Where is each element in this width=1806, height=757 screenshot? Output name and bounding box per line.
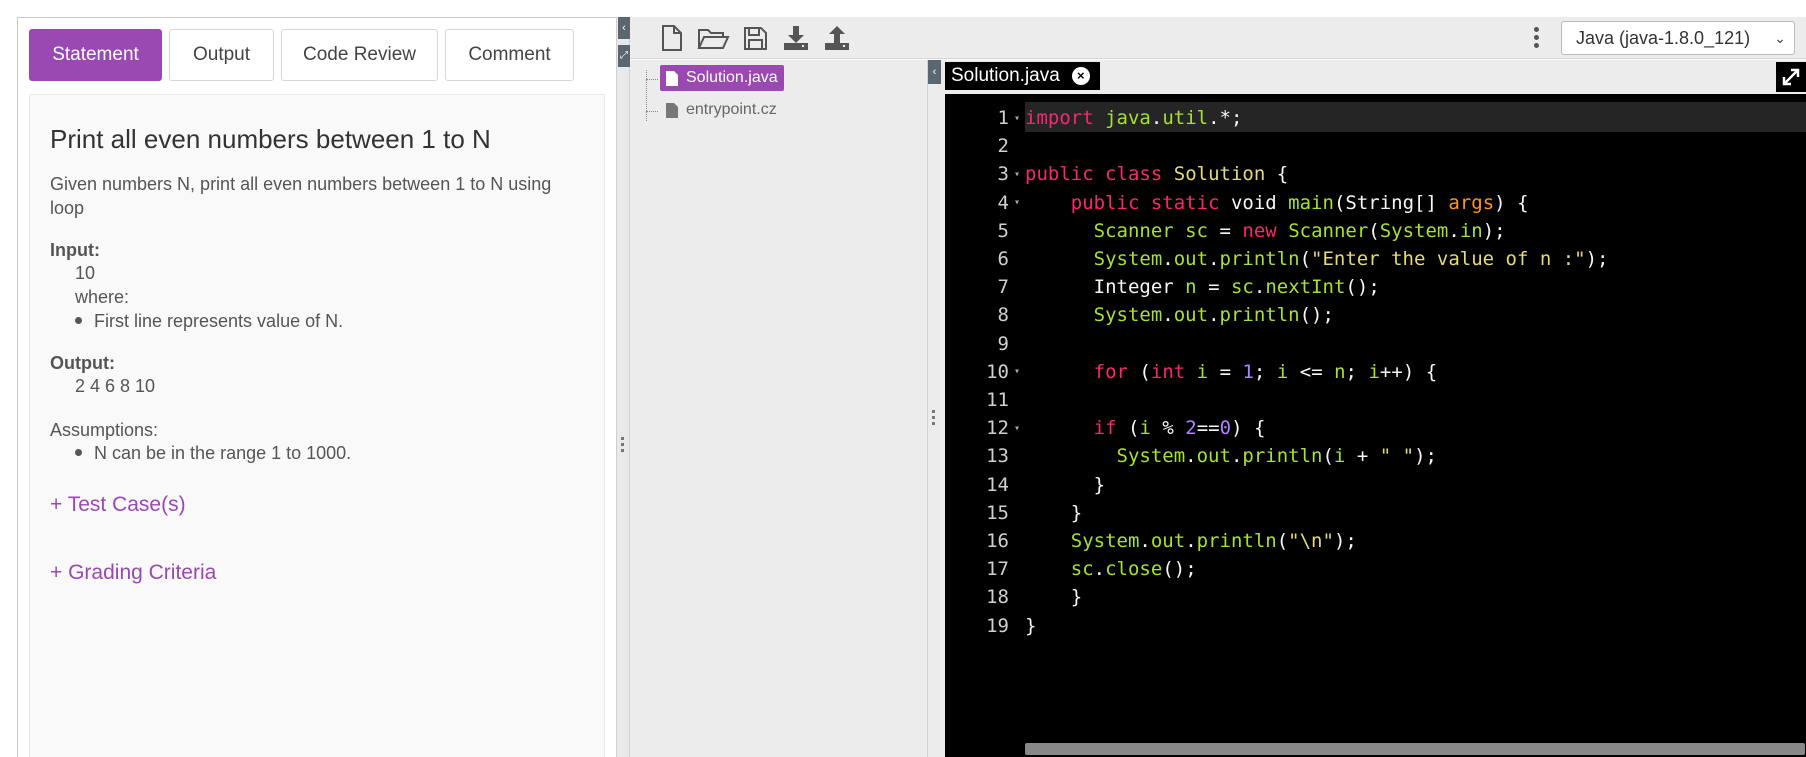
statement-content: Print all even numbers between 1 to N Gi… [29,94,605,757]
line-number: 19 [986,614,1009,637]
panel-splitter[interactable]: ‹ ⤢ [616,17,630,757]
output-value: 2 4 6 8 10 [75,375,156,396]
tab-statement[interactable]: Statement [29,29,162,81]
editor-tab-solution[interactable]: Solution.java × [945,62,1100,90]
assumptions-bullet: N can be in the range 1 to 1000. [75,441,584,465]
line-number: 12 [986,417,1009,440]
code-editor[interactable]: 1 ▾ import java.util.*; 2 3 ▾ public class Sol… [945,94,1806,757]
input-bullet-text: First line represents value of N. [94,310,344,331]
tab-comment[interactable]: Comment [445,29,574,81]
code-text: sc.close(); [1070,558,1197,581]
upload-icon[interactable] [822,23,852,53]
panel-border-left [17,17,18,757]
code-text: } [1070,586,1083,609]
language-select[interactable]: Java (java-1.8.0_121) ⌄ [1561,21,1795,55]
code-text: System.out.println(); [1093,304,1334,327]
download-icon[interactable] [781,23,811,53]
line-number: 10 [986,360,1009,383]
editor-toolbar: Java (java-1.8.0_121) ⌄ [630,17,1806,59]
line-number: 17 [986,558,1009,581]
file-tree: Solution.java entrypoint.cz [630,60,928,757]
input-heading: Input: [50,239,100,260]
file-name: entrypoint.cz [686,101,777,118]
panel-border-top [17,17,616,18]
line-number: 6 [997,248,1009,270]
code-text: for (int i = 1; i <= n; i++) { [1093,360,1438,383]
line-number: 2 [997,135,1009,158]
assumptions-heading: Assumptions: [50,419,159,440]
line-number: 5 [997,219,1009,242]
line-number: 18 [986,586,1009,609]
code-text: Scanner sc = new Scanner(System.in); [1093,219,1506,242]
file-name: Solution.java [686,69,778,86]
file-node-solution-java[interactable]: Solution.java [660,65,784,91]
line-number: 8 [997,304,1009,327]
code-text: } [1025,614,1037,637]
editor-panel: ‹ Solution.java × 1 ▾ import java.util.*; 2… [928,60,1806,757]
fullscreen-icon[interactable] [1776,62,1806,92]
code-text: Integer n = sc.nextInt(); [1093,276,1380,299]
problem-panel: Statement Output Code Review Comment Pri… [0,0,616,757]
file-icon [666,102,678,118]
problem-tabs: Statement Output Code Review Comment [29,29,574,81]
file-icon [666,70,678,86]
more-options-icon[interactable] [1523,25,1549,53]
code-line[interactable]: 19} [945,610,1036,642]
grading-criteria-link[interactable]: + Grading Criteria [50,561,584,585]
bullet-icon [75,449,82,457]
language-select-value: Java (java-1.8.0_121) [1576,28,1751,48]
tree-connector [646,79,658,80]
line-number: 11 [986,389,1009,411]
line-number: 7 [997,276,1009,299]
horizontal-scrollbar[interactable] [1025,743,1805,755]
line-number: 15 [986,501,1009,524]
code-text: System.out.println("Enter the value of n… [1093,248,1609,270]
tree-connector [646,111,658,112]
line-number: 3 [997,163,1009,186]
save-icon[interactable] [740,23,770,53]
code-text: import java.util.*; [1025,107,1243,129]
close-tab-icon[interactable]: × [1071,67,1090,85]
code-text: public static void main(String[] args) { [1070,191,1529,214]
line-number: 14 [986,473,1009,496]
tab-output[interactable]: Output [169,29,274,81]
tree-connector [646,70,647,121]
problem-description: Given numbers N, print all even numbers … [50,173,552,218]
line-number: 16 [986,530,1009,552]
tab-code-review[interactable]: Code Review [281,29,438,81]
editor-tab-label: Solution.java [951,65,1060,86]
new-file-icon[interactable] [656,23,686,53]
collapse-tree-button[interactable]: ‹ [928,60,941,84]
code-text: System.out.println(i + " "); [1116,445,1437,468]
line-number: 9 [997,332,1009,355]
line-number: 1 [997,107,1009,129]
input-where: where: [75,286,130,307]
line-number: 13 [986,445,1009,468]
input-bullet: First line represents value of N. [75,309,584,333]
assumptions-bullet-text: N can be in the range 1 to 1000. [94,442,352,463]
open-folder-icon[interactable] [696,23,730,53]
editor-grip-icon[interactable] [932,410,936,428]
output-heading: Output: [50,352,115,373]
test-cases-link[interactable]: + Test Case(s) [50,493,584,517]
file-node-entrypoint[interactable]: entrypoint.cz [660,97,783,123]
line-number: 4 [997,191,1009,214]
splitter-grip-icon[interactable] [621,437,625,457]
code-text: } [1093,473,1106,496]
expand-icon[interactable]: ⤢ [618,45,630,67]
code-text: public class Solution { [1025,163,1289,186]
code-text: System.out.println("\n"); [1070,530,1357,552]
collapse-left-button[interactable]: ‹ [618,17,630,39]
code-text: if (i % 2==0) { [1093,417,1266,440]
input-value: 10 [75,262,96,283]
code-text: } [1070,501,1083,524]
chevron-down-icon: ⌄ [1774,30,1786,46]
problem-title: Print all even numbers between 1 to N [50,124,491,154]
bullet-icon [75,317,82,325]
